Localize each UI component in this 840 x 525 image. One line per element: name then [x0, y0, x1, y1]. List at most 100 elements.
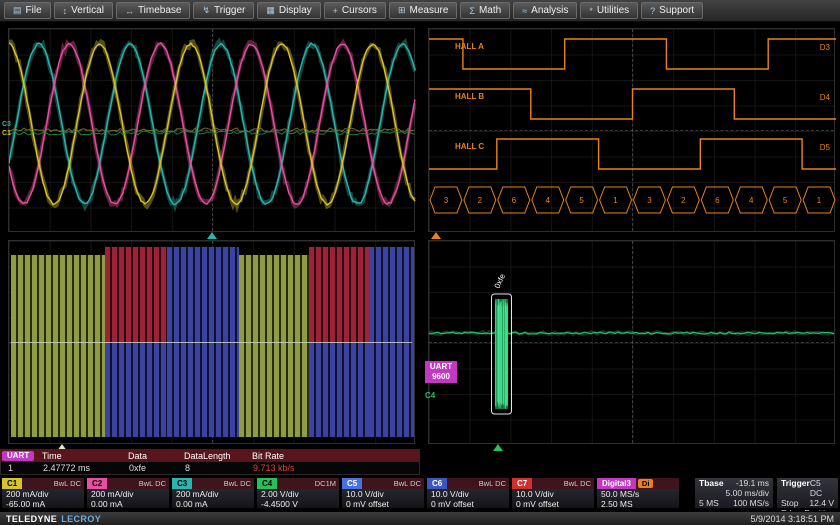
- channel-descriptor-c5[interactable]: C5BwL DC10.0 V/div0 mV offset: [341, 477, 425, 509]
- d4-line-label[interactable]: D4: [820, 93, 830, 102]
- pwm-block: [239, 255, 309, 437]
- c1-trace-marker[interactable]: C1: [2, 130, 11, 138]
- menu-button-vertical[interactable]: ↕Vertical: [54, 2, 113, 19]
- svg-text:5: 5: [783, 196, 788, 205]
- pwm-block: [309, 343, 369, 437]
- cursors-icon: +: [333, 6, 338, 16]
- decode-row-length: 8: [183, 463, 251, 473]
- channel-value-2: 0.00 mA: [87, 499, 169, 509]
- trigger-descriptor[interactable]: Trigger C5 DC Stop 12.4 V Edge Positive: [776, 477, 839, 509]
- analog-waveform-grid[interactable]: C3 C1: [8, 28, 415, 232]
- channel-value-2: -4.4500 V: [257, 499, 339, 509]
- menu-label: Cursors: [342, 5, 377, 16]
- file-icon: ▤: [13, 5, 22, 16]
- uart-decode-table[interactable]: UART Time Data DataLength Bit Rate 1 2.4…: [0, 449, 420, 475]
- trigger-label: Trigger: [781, 478, 810, 498]
- hall-b-label: HALL B: [455, 92, 484, 101]
- trigger-position-marker[interactable]: [207, 232, 217, 239]
- channel-chip-c4: C4: [257, 478, 277, 489]
- channel-coupling: Di: [638, 479, 654, 488]
- tbase-rate: 100 MS/s: [733, 498, 769, 508]
- d3-line-label[interactable]: D3: [820, 43, 830, 52]
- uart-protocol-label: UART: [425, 362, 457, 372]
- tbase-samples: 5 MS: [699, 498, 719, 508]
- decode-table-row[interactable]: 1 2.47772 ms 0xfe 8 9.713 kb/s: [0, 462, 420, 475]
- menu-button-cursors[interactable]: + Cursors: [324, 2, 386, 19]
- channel-value-2: 2.50 MS: [597, 499, 679, 509]
- menu-button-file[interactable]: ▤File: [4, 2, 51, 19]
- menu-label: Timebase: [138, 5, 182, 16]
- uart-decode-badge[interactable]: UART 9600: [425, 361, 457, 383]
- channel-value-2: 0 mV offset: [512, 499, 594, 509]
- menu-button-display[interactable]: ▦ Display: [257, 2, 320, 19]
- menu-label: Display: [279, 5, 312, 16]
- channel-descriptor-c7[interactable]: C7BwL DC10.0 V/div0 mV offset: [511, 477, 595, 509]
- channel-descriptor-c2[interactable]: C2BwL DC200 mA/div0.00 mA: [86, 477, 170, 509]
- channel-descriptor-c4[interactable]: C4DC1M2.00 V/div-4.4500 V: [256, 477, 340, 509]
- channel-value-1: 200 mA/div: [172, 489, 254, 499]
- decode-row-index: 1: [1, 463, 41, 473]
- serial-waveform-svg: 0xfe: [429, 241, 836, 445]
- channel-value-2: 0.00 mA: [172, 499, 254, 509]
- digital-trigger-marker[interactable]: [431, 232, 441, 239]
- brand-lecroy: LECROY: [61, 514, 101, 524]
- channel-descriptor-c1[interactable]: C1BwL DC200 mA/div-65.00 mA: [1, 477, 85, 509]
- digital-hall-grid[interactable]: 326451326451 HALL A HALL B HALL C D3 D4 …: [428, 28, 835, 232]
- hall-a-label: HALL A: [455, 42, 484, 51]
- serial-waveform-grid[interactable]: 0xfe UART 9600 C4: [428, 240, 835, 444]
- channel-coupling: DC1M: [315, 478, 339, 489]
- menu-button-trigger[interactable]: ↯Trigger: [193, 2, 254, 19]
- decode-header-time: Time: [40, 451, 126, 461]
- channel-coupling: BwL DC: [139, 478, 169, 489]
- menu-label: Analysis: [531, 5, 568, 16]
- oscilloscope-screen: ▤File↕Vertical↔Timebase↯Trigger ▦ Display +…: [0, 0, 840, 525]
- menu-button-timebase[interactable]: ↔Timebase: [116, 2, 191, 19]
- channel-descriptor-c6[interactable]: C6BwL DC10.0 V/div0 mV offset: [426, 477, 510, 509]
- measure-icon: ⊞: [398, 5, 406, 16]
- decode-protocol-badge[interactable]: UART: [2, 451, 34, 461]
- channel-value-1: 50.0 MS/s: [597, 489, 679, 499]
- c3-trace-marker[interactable]: C3: [2, 121, 11, 129]
- menu-button-support[interactable]: ?Support: [641, 2, 703, 19]
- menu-label: Utilities: [597, 5, 629, 16]
- channel-coupling: BwL DC: [479, 478, 509, 489]
- svg-text:6: 6: [512, 196, 517, 205]
- channel-value-1: 10.0 V/div: [512, 489, 594, 499]
- svg-text:5: 5: [579, 196, 584, 205]
- svg-text:2: 2: [681, 196, 686, 205]
- svg-text:0xfe: 0xfe: [493, 272, 508, 290]
- pwm-block: [105, 343, 167, 437]
- channel-coupling: BwL DC: [224, 478, 254, 489]
- display-icon: ▦: [266, 5, 275, 16]
- channel-chip-c6: C6: [427, 478, 447, 489]
- serial-trigger-marker[interactable]: [493, 444, 503, 451]
- decode-table-header: UART Time Data DataLength Bit Rate: [0, 449, 420, 462]
- d5-line-label[interactable]: D5: [820, 143, 830, 152]
- tbase-label: Tbase: [699, 478, 724, 488]
- menu-button-utilities[interactable]: *Utilities: [580, 2, 638, 19]
- channel-chip-c1: C1: [2, 478, 22, 489]
- svg-text:4: 4: [545, 196, 550, 205]
- channel-chip-digital3: Digital3: [597, 478, 636, 489]
- channel-descriptor-row: C1BwL DC200 mA/div-65.00 mAC2BwL DC200 m…: [1, 477, 680, 510]
- menu-label: Math: [479, 5, 501, 16]
- menu-button-measure[interactable]: ⊞Measure: [389, 2, 457, 19]
- channel-descriptor-c3[interactable]: C3BwL DC200 mA/div0.00 mA: [171, 477, 255, 509]
- channel-chip-c2: C2: [87, 478, 107, 489]
- channel-descriptor-digital3[interactable]: Digital3Di50.0 MS/s2.50 MS: [596, 477, 680, 509]
- pwm-waveform-grid[interactable]: [8, 240, 415, 444]
- channel-chip-c5: C5: [342, 478, 362, 489]
- channel-chip-c7: C7: [512, 478, 532, 489]
- menu-bar: ▤File↕Vertical↔Timebase↯Trigger ▦ Display +…: [0, 0, 840, 22]
- math-icon: Σ: [469, 6, 475, 16]
- menu-button-math[interactable]: Σ Math: [460, 2, 510, 19]
- clock: 5/9/2014 3:18:51 PM: [750, 514, 834, 524]
- trigger-mode: Stop: [781, 498, 799, 508]
- svg-text:2: 2: [478, 196, 483, 205]
- c4-trace-marker[interactable]: C4: [425, 391, 435, 400]
- timebase-descriptor[interactable]: Tbase -19.1 ms 5.00 ms/div 5 MS 100 MS/s: [694, 477, 774, 509]
- menu-button-analysis[interactable]: ≈Analysis: [513, 2, 577, 19]
- svg-text:3: 3: [647, 196, 652, 205]
- digital-waveform-svg: 326451326451: [429, 29, 836, 233]
- pwm-block: [105, 247, 167, 343]
